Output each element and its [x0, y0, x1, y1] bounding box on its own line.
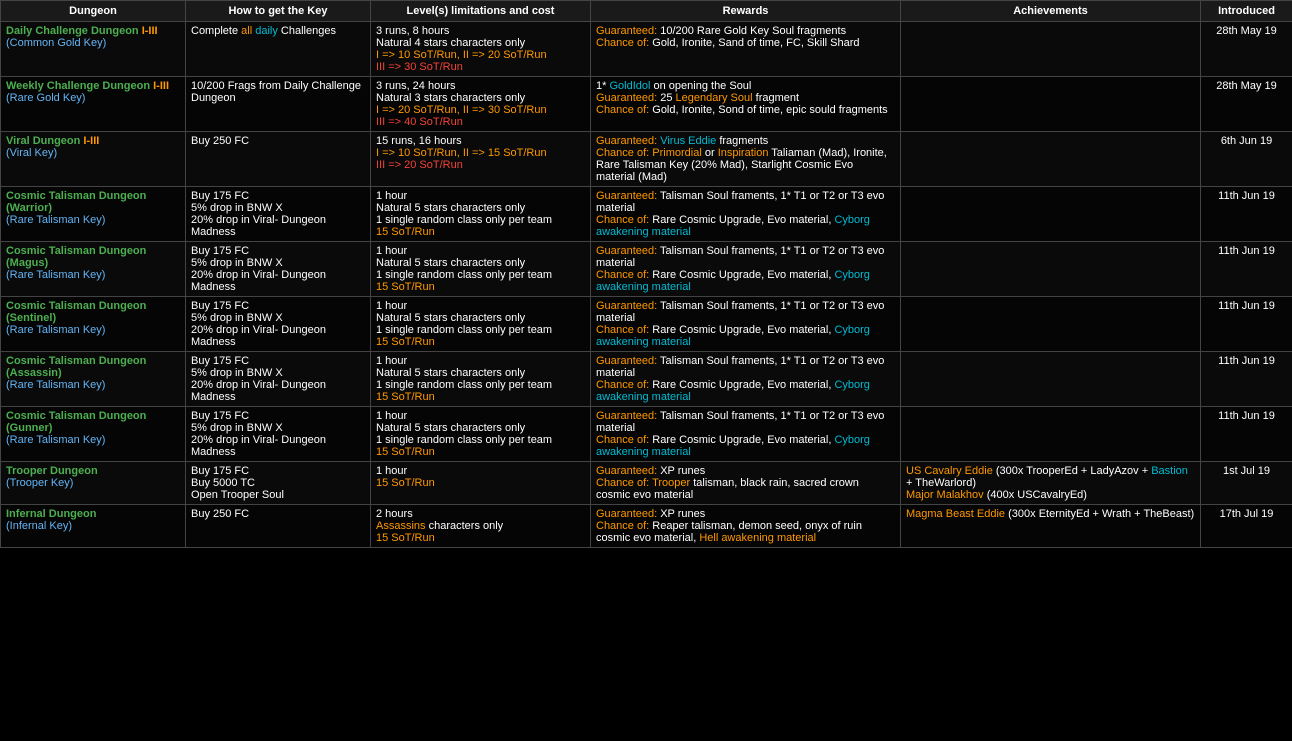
rewards-cell: Guaranteed: Virus Eddie fragmentsChance … — [591, 132, 901, 187]
level-cell: 15 runs, 16 hoursI => 10 SoT/Run, II => … — [371, 132, 591, 187]
dungeon-cell: Cosmic Talisman Dungeon (Assassin)(Rare … — [1, 352, 186, 407]
level-cell: 3 runs, 8 hoursNatural 4 stars character… — [371, 22, 591, 77]
achievements-cell — [901, 187, 1201, 242]
header-level: Level(s) limitations and cost — [371, 1, 591, 22]
table-row: Weekly Challenge Dungeon I-III(Rare Gold… — [1, 77, 1292, 132]
level-cell: 1 hourNatural 5 stars characters only1 s… — [371, 352, 591, 407]
achievements-cell — [901, 77, 1201, 132]
introduced-cell: 1st Jul 19 — [1201, 462, 1292, 505]
level-cell: 1 hourNatural 5 stars characters only1 s… — [371, 242, 591, 297]
how-to-get-cell: Buy 175 FC5% drop in BNW X20% drop in Vi… — [186, 242, 371, 297]
rewards-cell: Guaranteed: Talisman Soul framents, 1* T… — [591, 242, 901, 297]
level-cell: 1 hourNatural 5 stars characters only1 s… — [371, 297, 591, 352]
table-row: Cosmic Talisman Dungeon (Assassin)(Rare … — [1, 352, 1292, 407]
how-to-get-cell: Buy 175 FC5% drop in BNW X20% drop in Vi… — [186, 352, 371, 407]
achievements-cell — [901, 297, 1201, 352]
how-to-get-cell: 10/200 Frags from Daily Challenge Dungeo… — [186, 77, 371, 132]
main-table: Dungeon How to get the Key Level(s) limi… — [0, 0, 1292, 548]
level-cell: 2 hoursAssassins characters only15 SoT/R… — [371, 505, 591, 548]
header-key: How to get the Key — [186, 1, 371, 22]
header-dungeon: Dungeon — [1, 1, 186, 22]
header-achievements: Achievements — [901, 1, 1201, 22]
achievements-cell — [901, 242, 1201, 297]
introduced-cell: 11th Jun 19 — [1201, 297, 1292, 352]
table-row: Cosmic Talisman Dungeon (Warrior)(Rare T… — [1, 187, 1292, 242]
how-to-get-cell: Complete all daily Challenges — [186, 22, 371, 77]
dungeon-cell: Cosmic Talisman Dungeon (Warrior)(Rare T… — [1, 187, 186, 242]
rewards-cell: Guaranteed: Talisman Soul framents, 1* T… — [591, 187, 901, 242]
level-cell: 3 runs, 24 hoursNatural 3 stars characte… — [371, 77, 591, 132]
table-row: Viral Dungeon I-III(Viral Key)Buy 250 FC… — [1, 132, 1292, 187]
how-to-get-cell: Buy 175 FCBuy 5000 TCOpen Trooper Soul — [186, 462, 371, 505]
introduced-cell: 11th Jun 19 — [1201, 187, 1292, 242]
rewards-cell: Guaranteed: XP runesChance of: Reaper ta… — [591, 505, 901, 548]
rewards-cell: Guaranteed: Talisman Soul framents, 1* T… — [591, 407, 901, 462]
table-row: Cosmic Talisman Dungeon (Gunner)(Rare Ta… — [1, 407, 1292, 462]
dungeon-cell: Weekly Challenge Dungeon I-III(Rare Gold… — [1, 77, 186, 132]
rewards-cell: Guaranteed: XP runesChance of: Trooper t… — [591, 462, 901, 505]
achievements-cell — [901, 407, 1201, 462]
header-introduced: Introduced — [1201, 1, 1292, 22]
achievements-cell: US Cavalry Eddie (300x TrooperEd + LadyA… — [901, 462, 1201, 505]
achievements-cell: Magma Beast Eddie (300x EternityEd + Wra… — [901, 505, 1201, 548]
rewards-cell: Guaranteed: Talisman Soul framents, 1* T… — [591, 297, 901, 352]
table-row: Trooper Dungeon(Trooper Key)Buy 175 FCBu… — [1, 462, 1292, 505]
achievements-cell — [901, 352, 1201, 407]
rewards-cell: Guaranteed: Talisman Soul framents, 1* T… — [591, 352, 901, 407]
dungeon-cell: Cosmic Talisman Dungeon (Sentinel)(Rare … — [1, 297, 186, 352]
introduced-cell: 28th May 19 — [1201, 77, 1292, 132]
rewards-cell: 1* GoldIdol on opening the SoulGuarantee… — [591, 77, 901, 132]
dungeon-cell: Cosmic Talisman Dungeon (Gunner)(Rare Ta… — [1, 407, 186, 462]
level-cell: 1 hourNatural 5 stars characters only1 s… — [371, 187, 591, 242]
table-row: Cosmic Talisman Dungeon (Sentinel)(Rare … — [1, 297, 1292, 352]
achievements-cell — [901, 22, 1201, 77]
dungeon-cell: Cosmic Talisman Dungeon (Magus)(Rare Tal… — [1, 242, 186, 297]
rewards-cell: Guaranteed: 10/200 Rare Gold Key Soul fr… — [591, 22, 901, 77]
dungeon-cell: Viral Dungeon I-III(Viral Key) — [1, 132, 186, 187]
dungeon-cell: Trooper Dungeon(Trooper Key) — [1, 462, 186, 505]
achievements-cell — [901, 132, 1201, 187]
dungeon-cell: Infernal Dungeon(Infernal Key) — [1, 505, 186, 548]
level-cell: 1 hourNatural 5 stars characters only1 s… — [371, 407, 591, 462]
introduced-cell: 11th Jun 19 — [1201, 242, 1292, 297]
introduced-cell: 11th Jun 19 — [1201, 352, 1292, 407]
how-to-get-cell: Buy 175 FC5% drop in BNW X20% drop in Vi… — [186, 297, 371, 352]
how-to-get-cell: Buy 250 FC — [186, 505, 371, 548]
introduced-cell: 11th Jun 19 — [1201, 407, 1292, 462]
introduced-cell: 28th May 19 — [1201, 22, 1292, 77]
table-row: Infernal Dungeon(Infernal Key)Buy 250 FC… — [1, 505, 1292, 548]
level-cell: 1 hour15 SoT/Run — [371, 462, 591, 505]
table-row: Daily Challenge Dungeon I-III(Common Gol… — [1, 22, 1292, 77]
introduced-cell: 17th Jul 19 — [1201, 505, 1292, 548]
how-to-get-cell: Buy 250 FC — [186, 132, 371, 187]
introduced-cell: 6th Jun 19 — [1201, 132, 1292, 187]
dungeon-cell: Daily Challenge Dungeon I-III(Common Gol… — [1, 22, 186, 77]
how-to-get-cell: Buy 175 FC5% drop in BNW X20% drop in Vi… — [186, 407, 371, 462]
header-rewards: Rewards — [591, 1, 901, 22]
how-to-get-cell: Buy 175 FC5% drop in BNW X20% drop in Vi… — [186, 187, 371, 242]
table-row: Cosmic Talisman Dungeon (Magus)(Rare Tal… — [1, 242, 1292, 297]
